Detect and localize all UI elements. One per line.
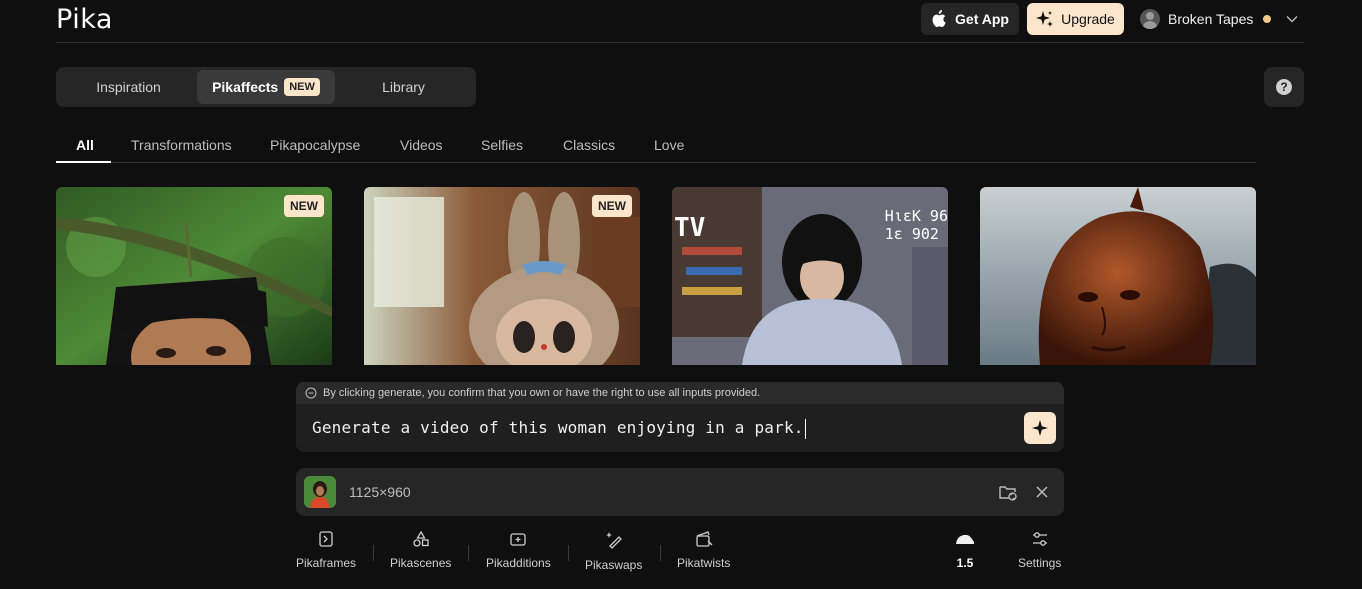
tool-label: Pikadditions <box>486 556 551 570</box>
upgrade-button[interactable]: Upgrade <box>1027 3 1124 35</box>
apple-icon <box>932 10 946 28</box>
text-caret <box>804 418 806 439</box>
pikaswaps-button[interactable]: Pikaswaps <box>585 530 642 572</box>
tool-label: Pikaframes <box>296 556 357 570</box>
close-icon[interactable] <box>1034 484 1050 500</box>
tab-label: Pikaffects <box>212 79 279 95</box>
new-badge: NEW <box>284 78 320 96</box>
avatar <box>1140 9 1160 29</box>
active-tab-indicator <box>56 161 111 163</box>
tab-label: Library <box>382 79 425 95</box>
thumbnail-image <box>304 476 336 508</box>
clapperboard-icon <box>696 531 713 547</box>
frames-icon <box>319 531 333 547</box>
tool-label: Pikaswaps <box>585 558 643 572</box>
category-tabs: All Transformations Pikapocalypse Videos… <box>56 127 1256 163</box>
settings-button[interactable]: Settings <box>1018 530 1061 570</box>
tool-label: Pikatwists <box>677 556 731 570</box>
effect-card[interactable]: TV ΗιεΚ 96 1ε 902 <box>672 187 948 365</box>
tab-label: Inspiration <box>96 79 161 95</box>
card-thumbnail <box>980 187 1256 365</box>
status-dot <box>1263 15 1272 23</box>
get-app-label: Get App <box>955 11 1009 27</box>
help-button[interactable]: ? <box>1264 67 1304 107</box>
upgrade-label: Upgrade <box>1061 11 1115 27</box>
attachment-bar: 1125×960 <box>296 468 1064 516</box>
main-tabs: Inspiration Pikaffects NEW Library <box>56 67 476 107</box>
toolbar-divider <box>468 545 469 561</box>
category-pikapocalypse[interactable]: Pikapocalypse <box>270 137 360 153</box>
pika-logo[interactable]: Pika <box>56 4 113 35</box>
get-app-button[interactable]: Get App <box>921 3 1019 35</box>
sparkle-icon <box>1036 11 1054 27</box>
model-version: 1.5 <box>956 556 974 570</box>
magic-brush-icon <box>605 532 622 549</box>
category-all[interactable]: All <box>76 137 94 153</box>
attachment-dimensions: 1125×960 <box>349 484 411 500</box>
model-selector[interactable]: 1.5 <box>954 530 976 570</box>
toolbar-divider <box>660 545 661 561</box>
new-badge: NEW <box>284 195 324 217</box>
tab-inspiration[interactable]: Inspiration <box>60 70 197 104</box>
category-classics[interactable]: Classics <box>563 137 615 153</box>
consent-text: By clicking generate, you confirm that y… <box>323 387 761 399</box>
sliders-icon <box>1032 532 1047 546</box>
pikaframes-button[interactable]: Pikaframes <box>296 530 356 570</box>
username: Broken Tapes <box>1168 11 1254 27</box>
info-icon <box>305 387 317 399</box>
consent-notice: By clicking generate, you confirm that y… <box>296 382 1064 404</box>
category-transformations[interactable]: Transformations <box>131 137 232 153</box>
generate-button[interactable] <box>1024 412 1056 444</box>
new-badge: NEW <box>592 195 632 217</box>
tab-pikaffects[interactable]: Pikaffects NEW <box>197 70 335 104</box>
category-videos[interactable]: Videos <box>400 137 443 153</box>
sparkle-icon <box>1032 420 1048 436</box>
prompt-text: Generate a video of this woman enjoying … <box>312 418 804 437</box>
header-divider <box>56 42 1304 43</box>
attachment-thumbnail[interactable] <box>304 476 336 508</box>
effect-card[interactable]: NEW <box>56 187 332 365</box>
card-overlay-text: TV <box>674 213 706 243</box>
shapes-icon <box>413 530 429 547</box>
add-frame-icon <box>510 533 527 546</box>
user-menu[interactable]: Broken Tapes <box>1140 8 1299 30</box>
pikatwists-button[interactable]: Pikatwists <box>677 530 730 570</box>
effect-card[interactable] <box>980 187 1256 365</box>
chevron-down-icon <box>1286 16 1298 23</box>
effect-card[interactable]: NEW <box>364 187 640 365</box>
category-selfies[interactable]: Selfies <box>481 137 523 153</box>
toolbar-divider <box>568 545 569 561</box>
replace-folder-icon[interactable] <box>998 482 1018 502</box>
toolbar-divider <box>373 545 374 561</box>
help-icon: ? <box>1276 79 1292 95</box>
tool-label: Settings <box>1018 556 1062 570</box>
tab-library[interactable]: Library <box>335 70 472 104</box>
model-icon <box>956 534 974 544</box>
prompt-box[interactable]: Generate a video of this woman enjoying … <box>296 404 1064 452</box>
prompt-input[interactable]: Generate a video of this woman enjoying … <box>312 418 806 439</box>
tool-label: Pikascenes <box>390 556 452 570</box>
pikascenes-button[interactable]: Pikascenes <box>390 530 451 570</box>
card-overlay-timestamp: ΗιεΚ 96 1ε 902 <box>884 207 948 243</box>
category-love[interactable]: Love <box>654 137 684 153</box>
pikadditions-button[interactable]: Pikadditions <box>486 530 551 570</box>
